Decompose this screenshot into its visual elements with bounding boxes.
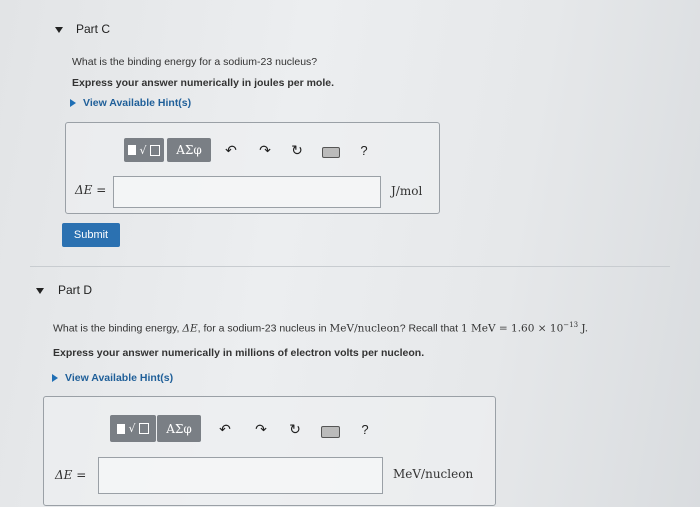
part-d-answer-label: ΔE = [55,468,87,482]
part-d-question-recall: ? Recall that [399,322,459,335]
part-c-collapse-icon[interactable] [55,27,63,33]
part-c-reset-icon[interactable]: ↻ [288,141,306,159]
part-d-undo-icon[interactable]: ↶ [216,420,234,438]
part-c-sqrt-icon: √ [139,143,147,157]
part-d-sqrt-icon: √ [128,422,136,435]
part-c-help-icon[interactable]: ? [357,141,371,159]
section-divider [30,266,670,267]
part-d-question-end: J. [578,322,589,335]
part-c-answer-input[interactable] [113,176,381,208]
part-c-question: What is the binding energy for a sodium-… [72,56,318,68]
part-d-hint-arrow-icon[interactable] [52,374,58,382]
part-d-keyboard-icon[interactable] [321,426,340,438]
part-d-question-exponent: −13 [563,321,579,329]
template-box-icon [138,423,149,434]
part-d-instruction: Express your answer numerically in milli… [53,347,425,359]
part-d-unit: MeV/nucleon [393,467,474,481]
template-box-icon [117,423,126,434]
part-d-hint-link[interactable]: View Available Hint(s) [65,372,173,384]
part-d-title[interactable]: Part D [58,283,92,297]
part-d-answer-input[interactable] [98,457,383,494]
part-c-title[interactable]: Part C [76,22,110,36]
part-c-unit: J/mol [391,184,423,198]
template-box-icon [149,144,160,156]
part-c-redo-icon[interactable]: ↷ [256,141,274,159]
part-c-submit-button[interactable]: Submit [62,223,120,247]
part-c-templates-button[interactable]: √ [124,138,164,162]
part-d-question-middle: , for a sodium-23 nucleus in [197,322,327,335]
part-c-answer-label: ΔE = [75,183,107,197]
part-d-collapse-icon[interactable] [36,288,44,294]
part-c-keyboard-icon[interactable] [322,147,340,158]
part-c-instruction: Express your answer numerically in joule… [72,77,335,89]
part-d-greek-button[interactable]: ΑΣφ [157,415,201,442]
part-c-hint-arrow-icon[interactable] [70,99,76,107]
part-d-question-equation: 1 MeV = 1.60 × 10 [461,322,564,335]
part-d-question-unit: MeV/nucleon [329,322,400,335]
part-d-question: What is the binding energy, ΔE, for a so… [53,321,588,335]
part-d-question-prefix: What is the binding energy, [53,322,180,335]
part-c-hint-link[interactable]: View Available Hint(s) [83,97,191,109]
template-box-icon [128,145,137,155]
part-c-greek-button[interactable]: ΑΣφ [167,138,211,162]
part-d-redo-icon[interactable]: ↷ [252,420,270,438]
part-c-undo-icon[interactable]: ↶ [222,141,240,159]
part-d-question-symbol: ΔE [182,322,198,335]
part-d-templates-button[interactable]: √ [110,415,156,442]
part-d-help-icon[interactable]: ? [358,420,372,438]
part-d-reset-icon[interactable]: ↻ [286,420,304,438]
